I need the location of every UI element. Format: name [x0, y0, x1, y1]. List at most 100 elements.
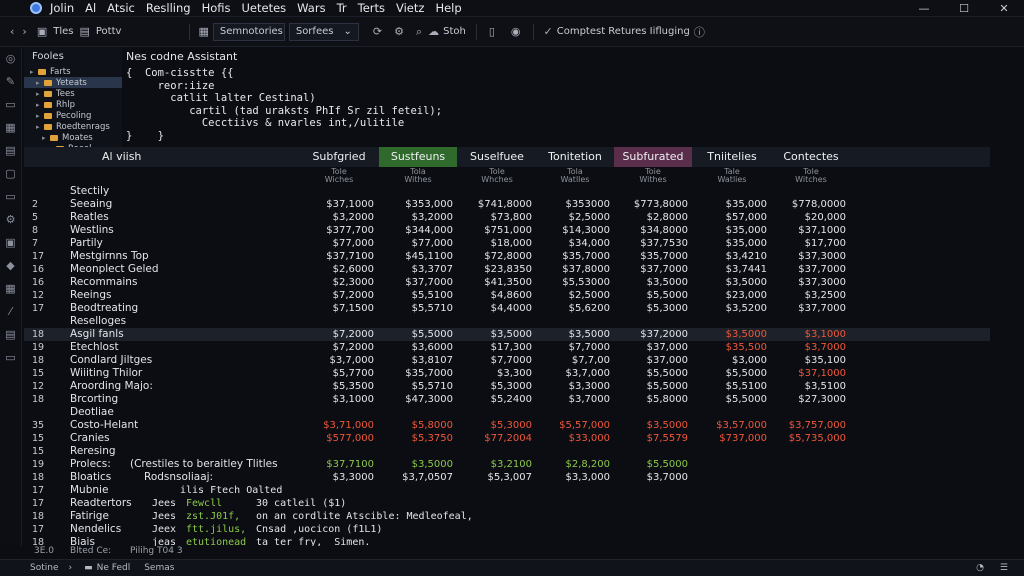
table-cell[interactable]: $3,5000: [379, 458, 453, 471]
terminal-icon[interactable]: ▭: [5, 352, 17, 364]
table-cell[interactable]: $3,2500: [772, 289, 846, 302]
table-cell[interactable]: $5,53000: [536, 276, 610, 289]
table-cell[interactable]: $7,2000: [300, 328, 374, 341]
menu-item-jolin[interactable]: Jolin: [50, 1, 74, 15]
view-button[interactable]: Pottv: [90, 24, 128, 39]
table-cell[interactable]: $23,000: [693, 289, 767, 302]
menu-item-uetetes[interactable]: Uetetes: [242, 1, 287, 15]
table-row[interactable]: 17 Beodtreating $7,1500 $5,5710 $4,4000 $5,62…: [24, 302, 990, 315]
table-cell[interactable]: $37,7000: [614, 263, 688, 276]
filter-select[interactable]: Sorfees ⌄: [288, 22, 359, 41]
table-cell[interactable]: $3,3000: [536, 380, 610, 393]
table-cell[interactable]: $37,3000: [772, 250, 846, 263]
table-cell[interactable]: $2,8000: [614, 211, 688, 224]
table-cell[interactable]: $45,1100: [379, 250, 453, 263]
table-cell[interactable]: $35,000: [693, 237, 767, 250]
table-cell[interactable]: $3,5200: [693, 302, 767, 315]
table-cell[interactable]: $77,000: [379, 237, 453, 250]
table-cell[interactable]: $35,100: [772, 354, 846, 367]
code-block[interactable]: { Com-cisstte {{ reor:iize catlit lalter…: [124, 67, 1014, 142]
table-cell[interactable]: $5,5100: [379, 289, 453, 302]
save-icon[interactable]: ▣: [37, 25, 47, 38]
table-cell[interactable]: $577,000: [300, 432, 374, 445]
table-cell[interactable]: $5,5000: [693, 393, 767, 406]
table-row[interactable]: Deotliae: [24, 406, 990, 419]
table-cell[interactable]: $35,000: [693, 198, 767, 211]
table-cell[interactable]: $37,1000: [300, 198, 374, 211]
table-cell[interactable]: $5,5000: [614, 367, 688, 380]
close-icon[interactable]: ✕: [984, 0, 1024, 17]
table-cell[interactable]: $34,8000: [614, 224, 688, 237]
table-cell[interactable]: $5,5710: [379, 380, 453, 393]
table-cell[interactable]: $41,3500: [458, 276, 532, 289]
table-cell[interactable]: $353000: [536, 198, 610, 211]
table-cell[interactable]: $3,4210: [693, 250, 767, 263]
layers-icon[interactable]: ▭: [5, 99, 17, 111]
table-cell[interactable]: $34,000: [536, 237, 610, 250]
grid-icon[interactable]: ▦: [198, 25, 208, 38]
table-cell[interactable]: $5,57,000: [536, 419, 610, 432]
table-cell[interactable]: $5,5000: [379, 328, 453, 341]
table-cell[interactable]: $3,71,000: [300, 419, 374, 432]
column-header[interactable]: Tonitetion: [536, 147, 614, 167]
database-icon[interactable]: ◉: [511, 25, 521, 38]
table-cell[interactable]: $3,7441: [693, 263, 767, 276]
table-cell[interactable]: $5,3000: [458, 380, 532, 393]
table-cell[interactable]: $37,1000: [772, 224, 846, 237]
table-cell[interactable]: $5,8000: [379, 419, 453, 432]
table-cell[interactable]: $77,000: [300, 237, 374, 250]
table-cell[interactable]: $3,7,000: [300, 354, 374, 367]
table-cell[interactable]: $37,7000: [772, 302, 846, 315]
table-cell[interactable]: $5,5100: [693, 380, 767, 393]
refresh-icon[interactable]: ⟳: [373, 25, 382, 38]
table-cell[interactable]: $73,800: [458, 211, 532, 224]
table-cell[interactable]: $2,8,200: [536, 458, 610, 471]
menu-item-al[interactable]: Al: [85, 1, 96, 15]
table-cell[interactable]: $5,3,007: [458, 471, 532, 484]
table-cell[interactable]: $3,7000: [536, 393, 610, 406]
brush-icon[interactable]: ⁄: [5, 306, 17, 318]
notification-icon[interactable]: ◔: [976, 563, 984, 573]
table-row[interactable]: 18 Brcorting $3,1000 $47,3000 $5,2400 $3,7000…: [24, 393, 990, 406]
table-cell[interactable]: $3,5000: [614, 419, 688, 432]
table-cell[interactable]: $3,5000: [536, 328, 610, 341]
table-row[interactable]: 5 Reatles $3,2000 $3,2000 $73,800 $2,5000 $2,8…: [24, 211, 990, 224]
table-cell[interactable]: $57,000: [693, 211, 767, 224]
table-row[interactable]: 15 Reresing: [24, 445, 990, 458]
table-cell[interactable]: $37,8000: [536, 263, 610, 276]
table-cell[interactable]: $3,757,000: [772, 419, 846, 432]
table-cell[interactable]: $17,300: [458, 341, 532, 354]
tree-item[interactable]: ▸ Tees: [24, 88, 122, 99]
table-cell[interactable]: $3,5000: [693, 328, 767, 341]
table-cell[interactable]: $5,5000: [693, 367, 767, 380]
table-cell[interactable]: $3,57,000: [693, 419, 767, 432]
table-cell[interactable]: $5,2400: [458, 393, 532, 406]
table-cell[interactable]: $773,8000: [614, 198, 688, 211]
table-cell[interactable]: $37,2000: [614, 328, 688, 341]
table-cell[interactable]: $377,700: [300, 224, 374, 237]
menu-item-terts[interactable]: Terts: [358, 1, 385, 15]
shield-icon[interactable]: ◆: [5, 260, 17, 272]
table-row[interactable]: 19 Prolecs: $37,7100 $3,5000 $3,2100 $2,8,200…: [24, 458, 990, 471]
table-cell[interactable]: $4,4000: [458, 302, 532, 315]
table-cell[interactable]: $23,8350: [458, 263, 532, 276]
table-row[interactable]: 17 Mestgirnns Top $37,7100 $45,1100 $72,8000…: [24, 250, 990, 263]
table-cell[interactable]: $3,7000: [614, 471, 688, 484]
table-cell[interactable]: $2,6000: [300, 263, 374, 276]
table-cell[interactable]: $37,1000: [772, 367, 846, 380]
table-cell[interactable]: $751,000: [458, 224, 532, 237]
table-cell[interactable]: $3,3000: [300, 471, 374, 484]
table-cell[interactable]: $20,000: [772, 211, 846, 224]
table-row[interactable]: 16 Meonplect Geled $2,6000 $3,3707 $23,8350 $…: [24, 263, 990, 276]
table-cell[interactable]: $35,7000: [379, 367, 453, 380]
table-cell[interactable]: $3,000: [693, 354, 767, 367]
extensions-icon[interactable]: ▦: [5, 283, 17, 295]
table-cell[interactable]: $3,6000: [379, 341, 453, 354]
table-cell[interactable]: $17,700: [772, 237, 846, 250]
table-cell[interactable]: $3,5000: [614, 276, 688, 289]
table-cell[interactable]: $3,5000: [458, 328, 532, 341]
table-cell[interactable]: $5,3000: [614, 302, 688, 315]
arrow-left-icon[interactable]: ‹: [10, 25, 14, 38]
column-header[interactable]: Subfurated: [614, 147, 692, 167]
menu-item-atsic[interactable]: Atsic: [107, 1, 135, 15]
